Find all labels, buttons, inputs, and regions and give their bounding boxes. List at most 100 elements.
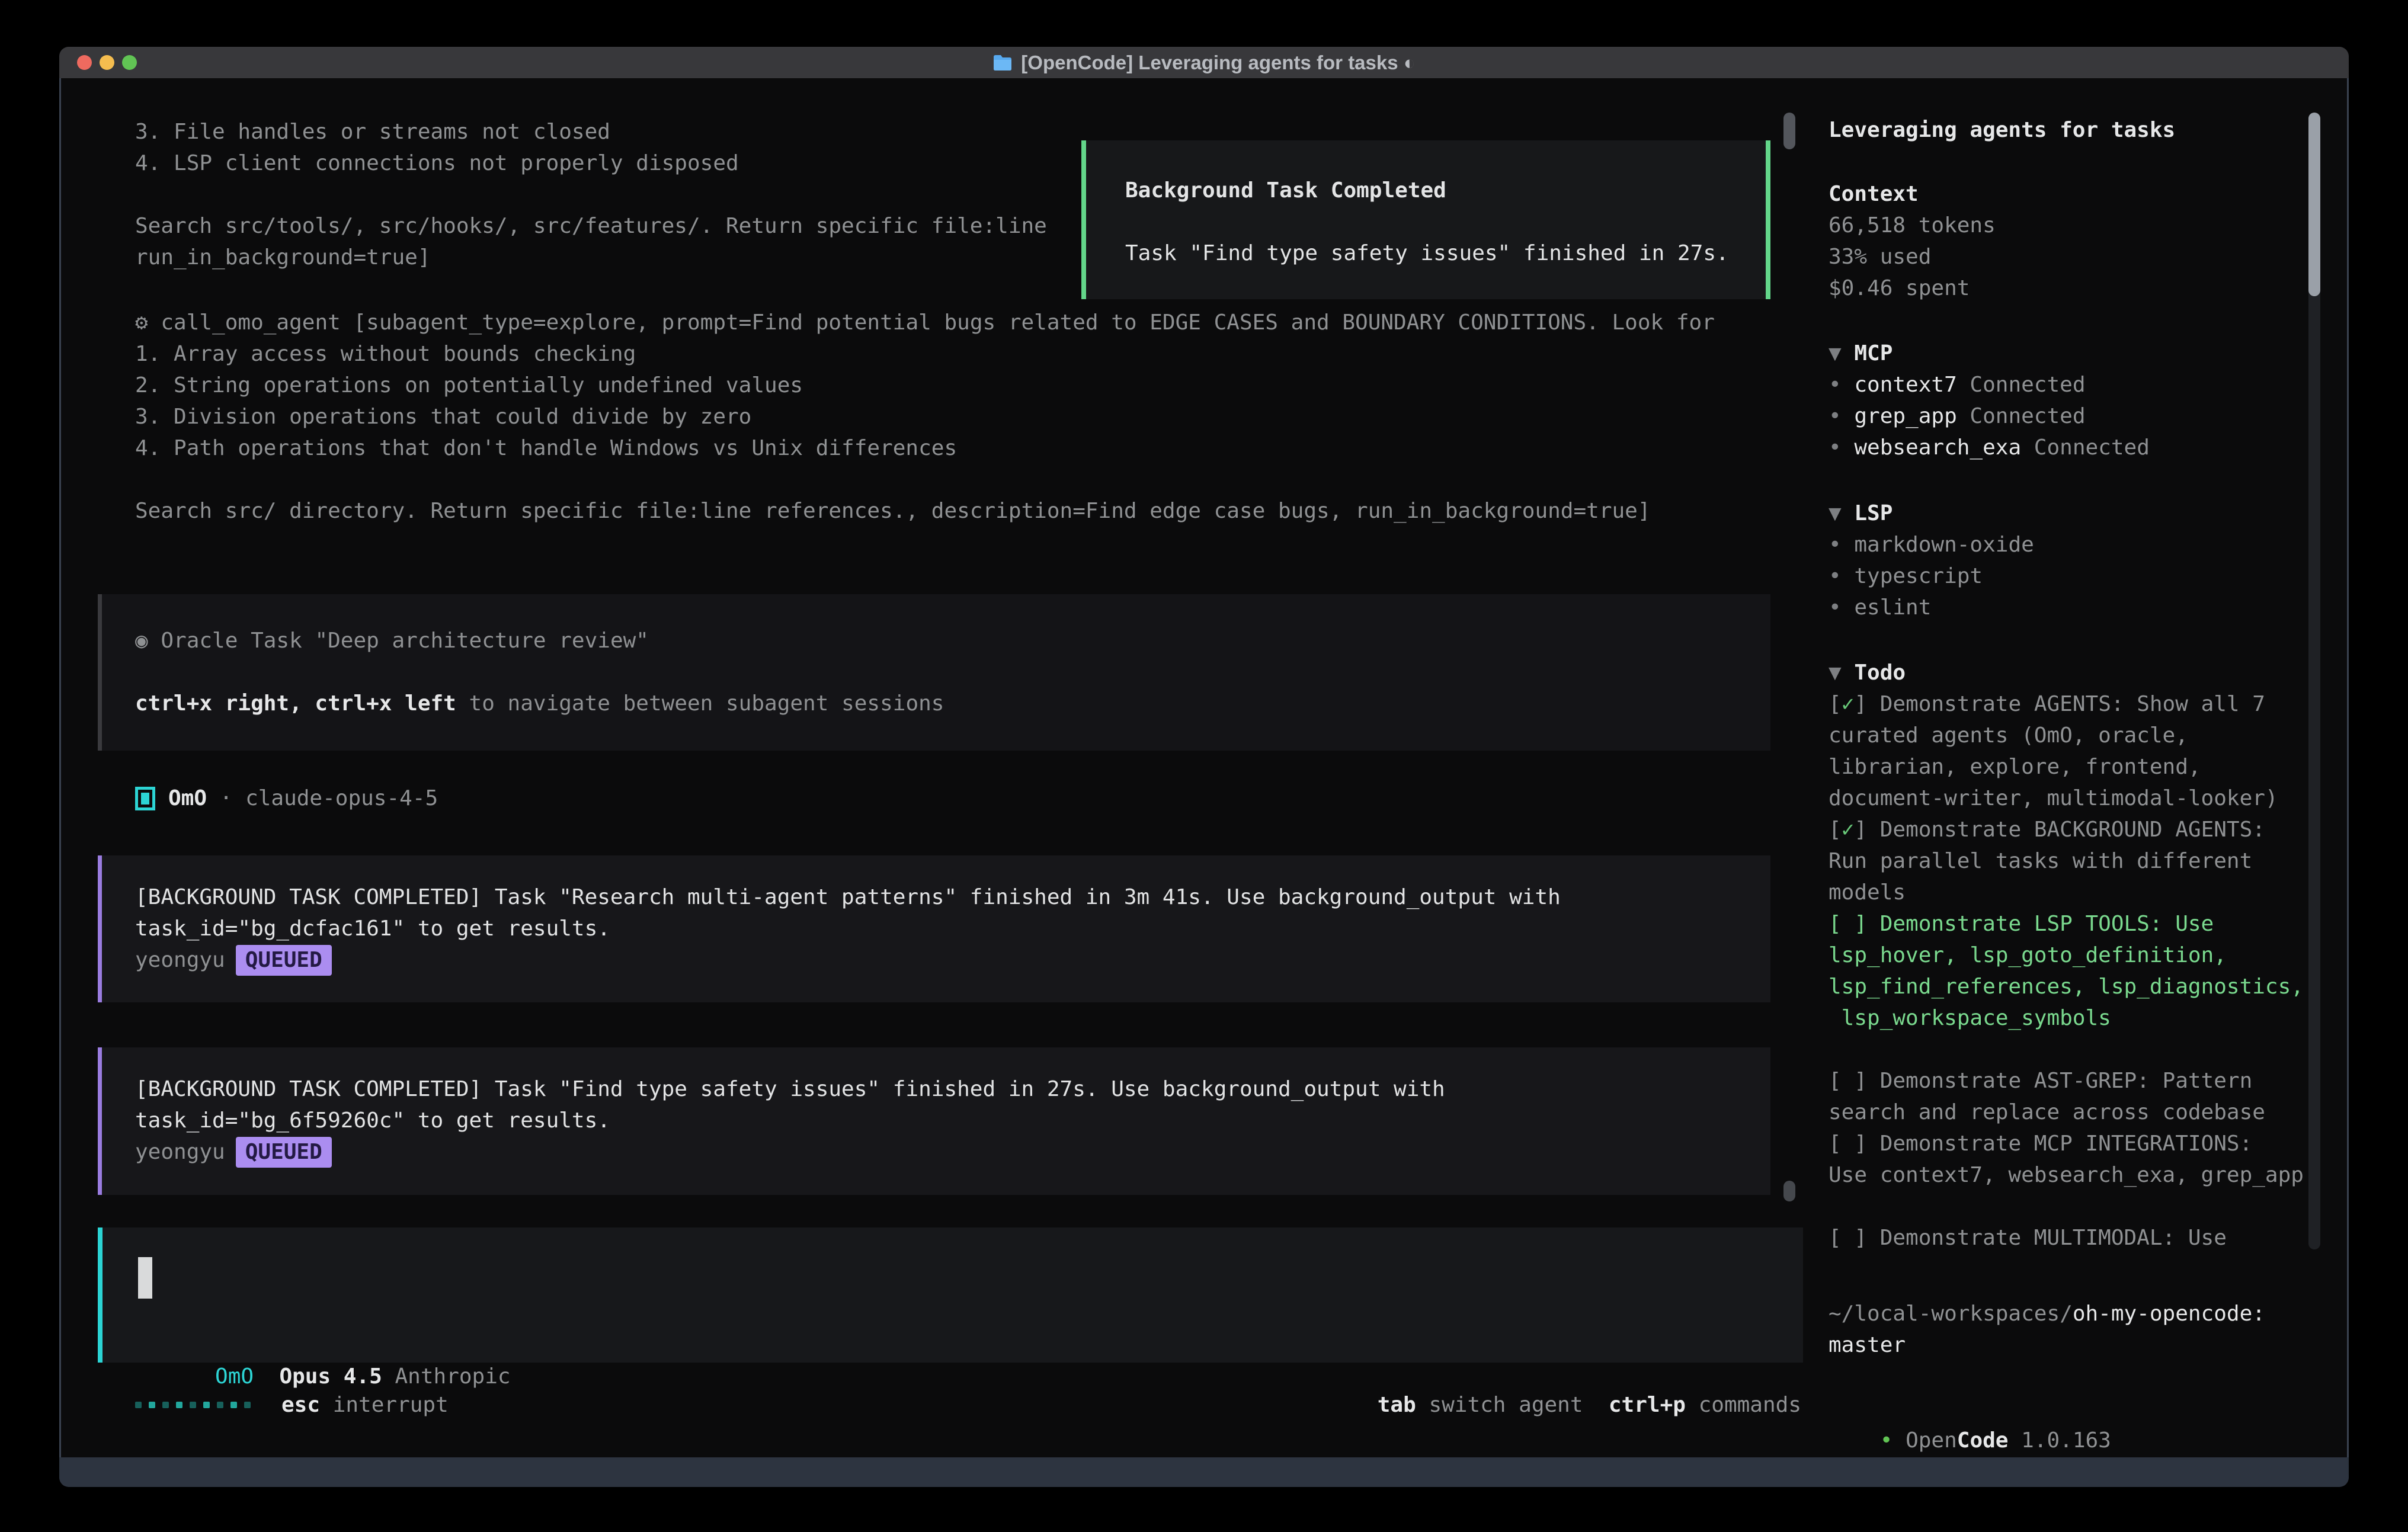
todo-line: lsp_hover, lsp_goto_definition, [1829, 940, 2350, 971]
toast-body: Task "Find type safety issues" finished … [1125, 238, 1766, 269]
workspace-branch: master [1829, 1329, 2350, 1361]
sidebar-scrollbar-track[interactable] [2308, 113, 2320, 1249]
workspace-repo: oh-my-opencode: [2073, 1302, 2265, 1326]
mcp-item: • websearch_exa Connected [1829, 432, 2150, 463]
lsp-heading[interactable]: ▼ LSP [1829, 498, 2034, 529]
todo-line: [ ] Demonstrate MULTIMODAL: Use [1829, 1222, 2350, 1254]
mcp-item: • context7 Connected [1829, 369, 2150, 400]
task-message-box: [BACKGROUND TASK COMPLETED] Task "Find t… [98, 1047, 1770, 1195]
lsp-item: • markdown-oxide [1829, 529, 2034, 560]
chevron-down-icon: ▼ [1829, 341, 1854, 366]
tool-call-block: ⚙ call_omo_agent [subagent_type=explore,… [135, 307, 1715, 527]
gear-icon: ⚙ [135, 310, 148, 335]
bullet-icon: • [1829, 564, 1854, 588]
todo-line: [ ] Demonstrate LSP TOOLS: Use [1829, 908, 2350, 940]
bullet-icon: • [1829, 533, 1854, 557]
tool-call-detail-line: 4. Path operations that don't handle Win… [135, 432, 1715, 464]
checkbox-checked-icon: [✓] [1829, 818, 1880, 842]
context-stat-line: 66,518 tokens [1829, 210, 1996, 241]
todo-line: document-writer, multimodal-looker) [1829, 783, 2350, 814]
lsp-section: ▼ LSP • markdown-oxide• typescript• esli… [1829, 498, 2034, 623]
lsp-item: • eslint [1829, 592, 2034, 623]
window-bottom-edge [59, 1457, 2349, 1487]
bullet-icon: • [1829, 404, 1854, 428]
workspace-prefix: ~/local-workspaces/ [1829, 1302, 2073, 1326]
sidebar-scrollbar-thumb[interactable] [2308, 113, 2320, 296]
tool-call-line: call_omo_agent [subagent_type=explore, p… [148, 310, 1715, 335]
todo-line: [✓] Demonstrate BACKGROUND AGENTS: [1829, 814, 2350, 845]
agent-header: OmO · claude-opus-4-5 [135, 783, 438, 814]
todo-line [1829, 1034, 2350, 1065]
todo-line [1829, 1191, 2350, 1222]
log-line: run_in_background=true] [135, 242, 1047, 273]
chevron-down-icon: ▼ [1829, 501, 1854, 525]
log-line: Search src/tools/, src/hooks/, src/featu… [135, 210, 1047, 242]
status-provider: Anthropic [382, 1364, 511, 1389]
traffic-lights [77, 55, 137, 70]
bullet-icon: • [1829, 373, 1854, 397]
folder-icon [992, 54, 1013, 72]
context-stat-line: 33% used [1829, 241, 1996, 273]
status-model: Opus 4.5 [279, 1364, 382, 1389]
bullet-icon: • [1829, 435, 1854, 460]
app-name-dim: Open [1906, 1428, 1957, 1453]
todo-line: lsp_workspace_symbols [1829, 1002, 2350, 1034]
main-scrollbar-thumb[interactable] [1783, 113, 1795, 149]
log-line: 3. File handles or streams not closed [135, 116, 1047, 148]
checkbox-empty-icon: [ ] [1829, 1069, 1880, 1093]
checkbox-empty-icon: [ ] [1829, 1132, 1880, 1156]
workspace-path: ~/local-workspaces/oh-my-opencode: maste… [1829, 1298, 2350, 1361]
ctrlp-key-hint: ctrl+p [1583, 1389, 1686, 1421]
task-line1: [BACKGROUND TASK COMPLETED] Task "Find t… [135, 1073, 1770, 1105]
context-stat-line: $0.46 spent [1829, 273, 1996, 304]
checkbox-empty-icon: [ ] [1829, 1226, 1880, 1250]
log-line: 4. LSP client connections not properly d… [135, 148, 1047, 179]
toast-title: Background Task Completed [1125, 175, 1766, 206]
oracle-hint-keys: ctrl+x right, ctrl+x left [135, 691, 456, 716]
tool-call-detail-line: 3. Division operations that could divide… [135, 401, 1715, 432]
mcp-heading[interactable]: ▼ MCP [1829, 338, 2150, 369]
background-task-toast: Background Task Completed Task "Find typ… [1081, 140, 1770, 299]
todo-heading[interactable]: ▼ Todo [1829, 657, 2350, 688]
zoom-button[interactable] [122, 55, 137, 70]
task-message-box: [BACKGROUND TASK COMPLETED] Task "Resear… [98, 855, 1770, 1002]
queued-badge: QUEUED [236, 1137, 332, 1168]
context-section: Context 66,518 tokens33% used$0.46 spent [1829, 178, 1996, 304]
tool-call-detail-line: 2. String operations on potentially unde… [135, 370, 1715, 401]
main-scrollbar-thumb[interactable] [1783, 1181, 1795, 1201]
todo-line: [✓] Demonstrate AGENTS: Show all 7 [1829, 688, 2350, 720]
log-line [135, 179, 1047, 210]
terminal-window: [OpenCode] Leveraging agents for tasks ◐… [59, 47, 2349, 1487]
minimize-button[interactable] [100, 55, 114, 70]
task-user: yeongyu [135, 1140, 225, 1164]
close-button[interactable] [77, 55, 92, 70]
titlebar: [OpenCode] Leveraging agents for tasks ◐ [59, 47, 2349, 78]
status-dot-icon: • [1880, 1428, 1906, 1453]
todo-line: lsp_find_references, lsp_diagnostics, [1829, 971, 2350, 1002]
tab-key-hint: tab [1378, 1389, 1416, 1421]
session-title: Leveraging agents for tasks [1829, 114, 2175, 146]
agent-name: OmO [168, 783, 207, 814]
agent-model: claude-opus-4-5 [245, 783, 438, 814]
tab-label: switch agent [1416, 1389, 1583, 1421]
window-title: [OpenCode] Leveraging agents for tasks ◐ [1021, 52, 1415, 74]
checkbox-checked-icon: [✓] [1829, 692, 1880, 716]
ctrlp-label: commands [1686, 1389, 1801, 1421]
context-heading: Context [1829, 178, 1996, 210]
log-text-block: 3. File handles or streams not closed4. … [135, 116, 1047, 273]
text-cursor [138, 1257, 152, 1299]
tool-call-detail-line [135, 464, 1715, 495]
lsp-item: • typescript [1829, 560, 2034, 592]
status-agent: OmO [215, 1364, 254, 1389]
todo-line: Run parallel tasks with different [1829, 845, 2350, 877]
todo-line: models [1829, 877, 2350, 908]
esc-key-hint: esc [281, 1389, 320, 1421]
prompt-input[interactable]: OmO Opus 4.5 Anthropic [98, 1227, 1803, 1363]
agent-icon [135, 787, 155, 810]
todo-line: search and replace across codebase [1829, 1097, 2350, 1128]
mcp-item: • grep_app Connected [1829, 400, 2150, 432]
oracle-task-box: ◉ Oracle Task "Deep architecture review"… [98, 594, 1770, 751]
todo-section: ▼ Todo [✓] Demonstrate AGENTS: Show all … [1829, 657, 2350, 1254]
oracle-hint-text: to navigate between subagent sessions [456, 691, 944, 716]
bullet-icon: • [1829, 595, 1854, 620]
